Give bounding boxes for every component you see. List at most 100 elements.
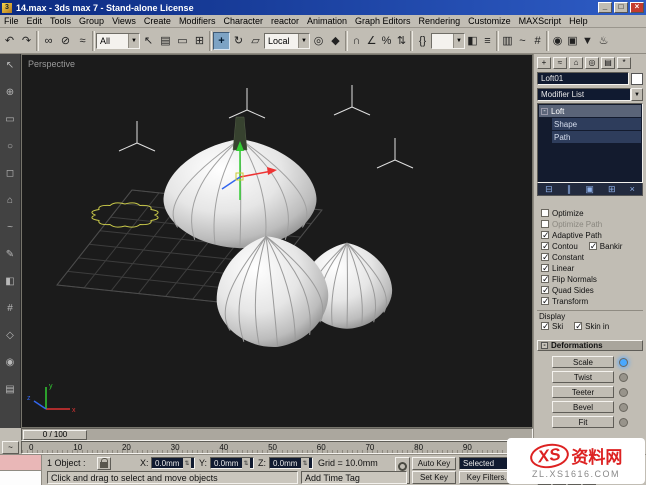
- menu-file[interactable]: File: [0, 16, 23, 26]
- scale-active-toggle-icon[interactable]: [619, 357, 628, 367]
- close-button[interactable]: ×: [630, 2, 644, 13]
- left-toolbar-icon[interactable]: ✎: [3, 247, 18, 262]
- add-time-tag[interactable]: Add Time Tag: [301, 471, 407, 484]
- menu-animation[interactable]: Animation: [303, 16, 351, 26]
- menu-rendering[interactable]: Rendering: [415, 16, 465, 26]
- material-editor-icon[interactable]: ◉: [550, 32, 565, 50]
- tab-hierarchy-icon[interactable]: ⌂: [569, 56, 583, 69]
- select-by-name-icon[interactable]: ▤: [157, 32, 174, 50]
- left-toolbar-icon[interactable]: ▤: [3, 382, 18, 397]
- spinner-snap-icon[interactable]: ⇅: [394, 32, 409, 50]
- checkbox[interactable]: [541, 321, 550, 332]
- collapse-icon[interactable]: -: [541, 342, 548, 349]
- left-toolbar-icon[interactable]: #: [3, 301, 18, 316]
- stack-item-loft[interactable]: - Loft: [539, 105, 641, 117]
- modifier-list-dropdown[interactable]: Modifier List: [537, 88, 631, 101]
- scale-deformation-button[interactable]: Scale: [552, 356, 614, 368]
- menu-group[interactable]: Group: [75, 16, 108, 26]
- left-toolbar-icon[interactable]: ⌂: [3, 193, 18, 208]
- auto-key-button[interactable]: Auto Key: [412, 457, 456, 470]
- stack-item-shape[interactable]: Shape: [552, 118, 641, 130]
- menu-edit[interactable]: Edit: [23, 16, 47, 26]
- fit-deformation-button[interactable]: Fit: [552, 416, 614, 428]
- time-slider-handle[interactable]: 0 / 100: [23, 429, 87, 440]
- left-toolbar-icon[interactable]: ~: [3, 220, 18, 235]
- pivot-center-icon[interactable]: ◎: [310, 32, 327, 50]
- left-toolbar-icon[interactable]: ◇: [3, 328, 18, 343]
- menu-help[interactable]: Help: [565, 16, 592, 26]
- left-toolbar-icon[interactable]: ▭: [3, 112, 18, 127]
- mini-curve-editor-icon[interactable]: ~: [2, 441, 19, 454]
- spinner-icon[interactable]: ⇅: [242, 457, 250, 469]
- checkbox[interactable]: [541, 296, 550, 307]
- checkbox[interactable]: [541, 274, 550, 285]
- x-coord-field[interactable]: 0.0mm ⇅: [151, 457, 195, 469]
- chevron-down-icon[interactable]: ▼: [298, 33, 309, 48]
- curve-editor-icon[interactable]: ~: [515, 32, 530, 50]
- checkbox[interactable]: [541, 220, 549, 228]
- pin-stack-icon[interactable]: ⊟: [545, 184, 553, 195]
- redo-icon[interactable]: ↷: [18, 32, 35, 50]
- checkbox[interactable]: [541, 252, 550, 263]
- mirror-icon[interactable]: ◧: [465, 32, 480, 50]
- track-bar[interactable]: 0 10 20 30 40 50 60 70 80 90 100: [21, 441, 533, 454]
- teeter-deformation-button[interactable]: Teeter: [552, 386, 614, 398]
- bevel-deformation-button[interactable]: Bevel: [552, 401, 614, 413]
- maxscript-mini-listener[interactable]: [0, 455, 42, 485]
- select-object-icon[interactable]: ↖: [140, 32, 157, 50]
- tab-modify-icon[interactable]: ≈: [553, 56, 567, 69]
- schematic-view-icon[interactable]: #: [530, 32, 545, 50]
- deformations-rollout-header[interactable]: - Deformations: [537, 340, 643, 351]
- tab-create-icon[interactable]: +: [537, 56, 551, 69]
- make-unique-icon[interactable]: ▣: [585, 184, 594, 195]
- twist-deformation-button[interactable]: Twist: [552, 371, 614, 383]
- listener-output-pane[interactable]: [0, 471, 41, 485]
- snap-toggle-icon[interactable]: ∩: [349, 32, 364, 50]
- stack-item-path[interactable]: Path: [552, 131, 641, 143]
- time-slider[interactable]: 0 / 100: [21, 428, 533, 441]
- left-toolbar-icon[interactable]: ◻: [3, 166, 18, 181]
- spinner-icon[interactable]: ⇅: [301, 457, 309, 469]
- tab-display-icon[interactable]: ▤: [601, 56, 615, 69]
- left-toolbar-icon[interactable]: ○: [3, 139, 18, 154]
- modifier-stack[interactable]: - Loft Shape Path: [537, 103, 643, 183]
- remove-modifier-icon[interactable]: ×: [630, 184, 635, 194]
- window-crossing-icon[interactable]: ⊞: [191, 32, 208, 50]
- z-coord-field[interactable]: 0.0mm ⇅: [269, 457, 313, 469]
- select-scale-icon[interactable]: ▱: [247, 32, 264, 50]
- checkbox[interactable]: [541, 209, 549, 217]
- teeter-active-toggle-icon[interactable]: [619, 387, 628, 397]
- chevron-down-icon[interactable]: ▼: [453, 33, 464, 48]
- menu-maxscript[interactable]: MAXScript: [515, 16, 566, 26]
- menu-tools[interactable]: Tools: [46, 16, 75, 26]
- left-toolbar-icon[interactable]: ◧: [3, 274, 18, 289]
- bevel-active-toggle-icon[interactable]: [619, 402, 628, 412]
- left-toolbar-icon[interactable]: ⊕: [3, 85, 18, 100]
- chevron-down-icon[interactable]: ▼: [631, 88, 643, 101]
- menu-reactor[interactable]: reactor: [267, 16, 303, 26]
- menu-modifiers[interactable]: Modifiers: [175, 16, 220, 26]
- left-toolbar-icon[interactable]: ◉: [3, 355, 18, 370]
- named-selection-dropdown[interactable]: ▼: [431, 32, 465, 49]
- selection-lock-toggle[interactable]: [97, 457, 111, 470]
- percent-snap-icon[interactable]: %: [379, 32, 394, 50]
- rect-region-icon[interactable]: ▭: [174, 32, 191, 50]
- show-end-result-icon[interactable]: ∥: [567, 184, 572, 195]
- checkbox[interactable]: [588, 241, 597, 252]
- left-toolbar-icon[interactable]: ↖: [3, 58, 18, 73]
- tab-motion-icon[interactable]: ◎: [585, 56, 599, 69]
- menu-create[interactable]: Create: [140, 16, 175, 26]
- bind-spacewarp-icon[interactable]: ≈: [74, 32, 91, 50]
- coordsys-dropdown[interactable]: Local ▼: [264, 32, 310, 49]
- maximize-button[interactable]: □: [614, 2, 628, 13]
- undo-icon[interactable]: ↶: [1, 32, 18, 50]
- object-name-field[interactable]: Loft01: [537, 72, 629, 85]
- layer-manager-icon[interactable]: ▥: [500, 32, 515, 50]
- checkbox[interactable]: [541, 230, 550, 241]
- render-type-icon[interactable]: ▼: [580, 32, 595, 50]
- checkbox[interactable]: [541, 241, 550, 252]
- collapse-icon[interactable]: -: [541, 107, 548, 115]
- spinner-icon[interactable]: ⇅: [183, 457, 191, 469]
- configure-modifier-sets-icon[interactable]: ⊞: [608, 184, 616, 195]
- fit-active-toggle-icon[interactable]: [619, 417, 628, 427]
